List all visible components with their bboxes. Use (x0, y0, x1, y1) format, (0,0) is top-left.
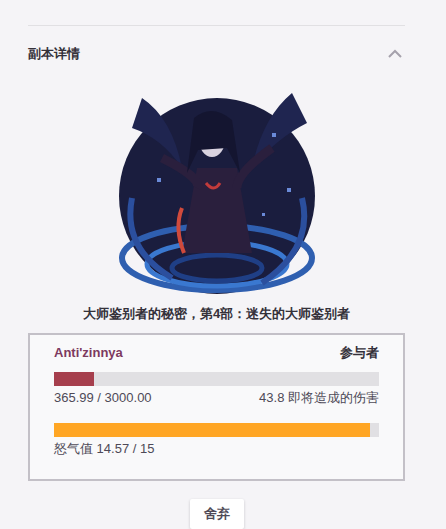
button-row: 舍弃 (28, 499, 405, 529)
rage-fill (54, 423, 370, 437)
rage-reading: 怒气值 14.57 / 15 (54, 439, 379, 459)
chevron-icon[interactable] (387, 46, 403, 62)
health-fill (54, 372, 94, 386)
health-row: 365.99 / 3000.00 43.8 即将造成的伤害 (54, 388, 379, 408)
pending-damage: 43.8 即将造成的伤害 (259, 388, 379, 408)
participants-label[interactable]: 参与者 (340, 343, 379, 363)
boss-panel: Anti'zinnya 参与者 365.99 / 3000.00 43.8 即将造成的… (28, 333, 405, 481)
abandon-button[interactable]: 舍弃 (190, 499, 244, 529)
divider (28, 25, 405, 26)
boss-header: Anti'zinnya 参与者 (54, 343, 379, 363)
health-reading: 365.99 / 3000.00 (54, 388, 152, 408)
section-title: 副本详情 (28, 44, 80, 64)
boss-name: Anti'zinnya (54, 343, 123, 363)
quest-title: 大师鉴别者的秘密，第4部：迷失的大师鉴别者 (28, 304, 405, 324)
section-header[interactable]: 副本详情 (28, 44, 405, 64)
health-bar (54, 372, 379, 386)
rage-bar (54, 423, 379, 437)
boss-image (28, 78, 405, 300)
